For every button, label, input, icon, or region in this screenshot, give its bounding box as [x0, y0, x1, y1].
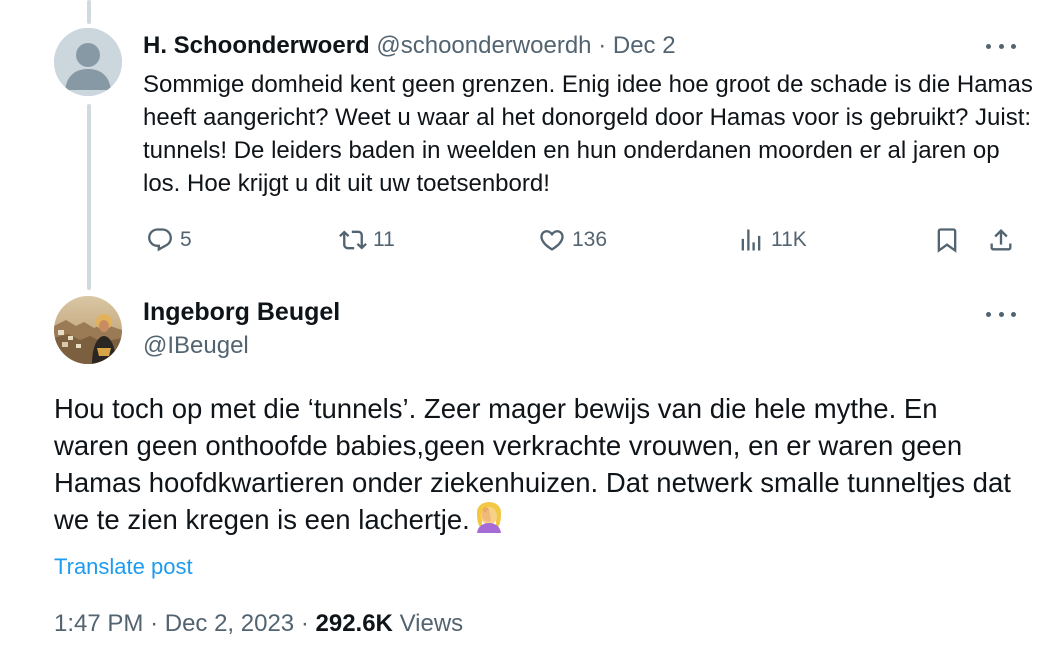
repost-count: 11	[373, 228, 395, 251]
share-icon	[990, 229, 1012, 251]
like-icon	[540, 230, 564, 251]
reply-action-bar: 5 11 136 11K	[143, 222, 1023, 258]
post-time[interactable]: 1:47 PM	[54, 610, 143, 637]
repost-button[interactable]: 11	[339, 222, 395, 258]
separator-dot: ·	[300, 610, 309, 637]
repost-icon	[339, 230, 367, 250]
post-text-content: Hou toch op met die ‘tunnels’. Zeer mage…	[54, 393, 1011, 535]
profile-photo	[54, 296, 122, 364]
separator-dot: ·	[598, 32, 607, 59]
default-avatar-icon	[54, 28, 122, 96]
woman-facepalming-icon	[474, 501, 504, 542]
views-icon	[741, 229, 761, 251]
share-button[interactable]	[987, 222, 1015, 258]
bookmark-icon	[937, 228, 957, 253]
more-options-icon[interactable]	[986, 304, 1016, 324]
separator-dot: ·	[150, 610, 159, 637]
thread-line-top	[87, 0, 91, 24]
bookmark-button[interactable]	[933, 222, 961, 258]
post-views-count: 292.6K	[315, 610, 393, 637]
post-views-label: Views	[399, 610, 464, 637]
reply-header: H. Schoonderwoerd @schoonderwoerdh · Dec…	[143, 30, 676, 62]
author-avatar[interactable]	[54, 296, 122, 364]
like-button[interactable]: 136	[538, 222, 607, 258]
reply-text: Sommige domheid kent geen grenzen. Enig …	[143, 71, 1033, 197]
post-text: Hou toch op met die ‘tunnels’. Zeer mage…	[54, 390, 1019, 542]
reply-button[interactable]: 5	[146, 222, 192, 258]
reply-icon	[148, 228, 172, 252]
author-name[interactable]: Ingeborg Beugel	[143, 296, 340, 328]
reply-author-name[interactable]: H. Schoonderwoerd	[143, 32, 370, 59]
translate-post-link[interactable]: Translate post	[54, 553, 193, 581]
more-options-icon[interactable]	[986, 36, 1016, 56]
reply-author-handle[interactable]: @schoonderwoerdh	[376, 32, 591, 59]
like-count: 136	[572, 228, 608, 251]
thread-line	[87, 104, 91, 290]
view-count: 11K	[771, 228, 807, 251]
reply-date[interactable]: Dec 2	[613, 32, 676, 59]
author-handle[interactable]: @IBeugel	[143, 330, 249, 362]
post-meta: 1:47 PM · Dec 2, 2023 · 292.6K Views	[54, 608, 463, 640]
reply-avatar[interactable]	[54, 28, 122, 96]
post-date[interactable]: Dec 2, 2023	[165, 610, 294, 637]
reply-count: 5	[180, 228, 192, 251]
views-button[interactable]: 11K	[737, 222, 807, 258]
